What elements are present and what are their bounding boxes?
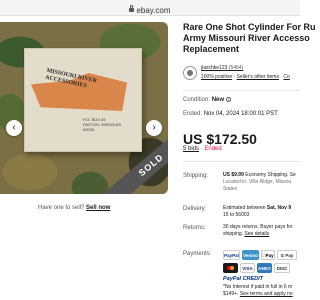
payments-label: Payments: bbox=[183, 251, 212, 257]
paypal-icon: PayPal bbox=[223, 250, 240, 260]
listing-title: Rare One Shot Cylinder For Ru Army Misso… bbox=[183, 22, 316, 54]
seller-other-items-link[interactable]: Seller's other items bbox=[237, 74, 279, 80]
lock-icon bbox=[129, 5, 135, 12]
seller-positive-link[interactable]: 100% positive bbox=[201, 74, 232, 80]
venmo-icon: Venmo bbox=[242, 250, 259, 260]
address-bar[interactable]: ebay.com bbox=[0, 0, 300, 16]
bids-link[interactable]: 5 bids bbox=[183, 146, 199, 152]
divider bbox=[183, 90, 300, 91]
seller-name-link[interactable]: jlaschke123 (5454) bbox=[201, 65, 243, 71]
returns-see-details-link[interactable]: See details bbox=[244, 231, 269, 237]
previous-image-button[interactable]: ‹ bbox=[6, 120, 22, 136]
shipping-details: US $9.99 Economy Shipping. Se Located in… bbox=[223, 172, 296, 192]
apple-pay-icon: Pay bbox=[261, 250, 275, 260]
delivery-label: Delivery: bbox=[183, 206, 207, 212]
ended-status: Ended bbox=[204, 146, 222, 152]
returns-details: 30 days returns. Buyer pays for shipping… bbox=[223, 224, 293, 237]
info-icon[interactable]: i bbox=[225, 97, 231, 102]
chevron-right-icon: › bbox=[152, 122, 156, 133]
contact-seller-link[interactable]: Co bbox=[283, 74, 289, 80]
image-gallery[interactable]: Missouri River Accessories P.O. BOX 45 P… bbox=[0, 22, 168, 194]
google-pay-icon: G Pay bbox=[277, 250, 297, 260]
condition-row: Condition: New i bbox=[183, 97, 231, 103]
delivery-details: Estimated between Sat, Nov 9 15 to 56003 bbox=[223, 205, 292, 218]
seller-avatar-icon[interactable] bbox=[183, 66, 197, 80]
paypal-credit-logo: PayPal CREDIT bbox=[223, 276, 264, 282]
sell-now-link[interactable]: Sell now bbox=[86, 205, 110, 211]
url-text: ebay.com bbox=[129, 5, 171, 15]
visa-icon: VISA bbox=[240, 263, 255, 273]
divider bbox=[183, 161, 300, 162]
next-image-button[interactable]: › bbox=[146, 120, 162, 136]
discover-icon: DISC bbox=[274, 263, 290, 273]
ended-row: Ended: Nov 04, 2024 18:00:01 PST bbox=[183, 111, 278, 117]
sell-prompt: Have one to sell? Sell now bbox=[38, 205, 111, 211]
bids-row: 5 bids · Ended bbox=[183, 146, 222, 152]
returns-label: Returns: bbox=[183, 225, 206, 231]
see-terms-link[interactable]: See terms and apply no bbox=[240, 291, 293, 297]
chevron-left-icon: ‹ bbox=[12, 122, 16, 133]
box-address: P.O. BOX 45 PAXTON, MISSOURI 63033 bbox=[83, 117, 122, 132]
condition-value: New bbox=[211, 97, 225, 104]
mastercard-icon: MC bbox=[223, 263, 238, 273]
shipping-label: Shipping: bbox=[183, 173, 209, 179]
amex-icon: AMEX bbox=[257, 263, 272, 273]
seller-feedback-row: 100% positive · Seller's other items · C… bbox=[201, 74, 290, 80]
listing-details: Rare One Shot Cylinder For Ru Army Misso… bbox=[183, 22, 316, 162]
seller-card: jlaschke123 (5454) 100% positive · Selle… bbox=[183, 65, 300, 85]
item-price: US $172.50 bbox=[183, 131, 257, 147]
paypal-credit-terms: $149+. See terms and apply no bbox=[223, 291, 293, 297]
paypal-credit-note: *No Interest if paid in full in 6 m bbox=[223, 284, 293, 290]
product-box-image: Missouri River Accessories P.O. BOX 45 P… bbox=[24, 48, 142, 152]
